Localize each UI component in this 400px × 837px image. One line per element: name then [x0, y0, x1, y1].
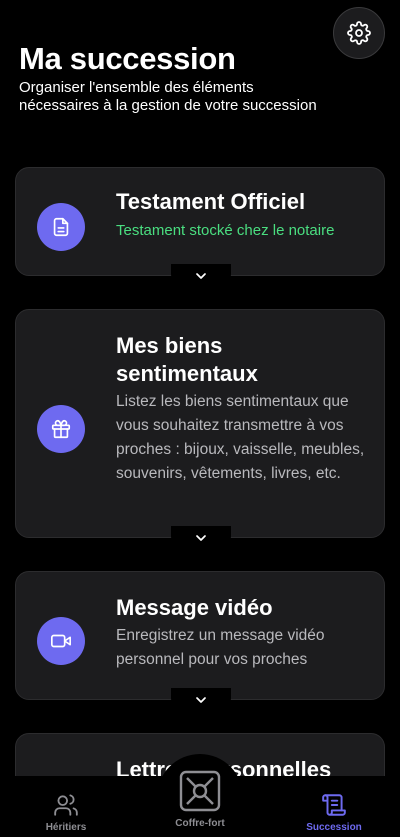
expand-toggle[interactable]	[171, 264, 231, 288]
page-subtitle: Organiser l'ensemble des éléments nécess…	[19, 79, 317, 114]
gift-icon	[51, 419, 71, 439]
card-title: Mes biens sentimentaux	[116, 333, 258, 386]
gear-icon	[347, 21, 371, 45]
video-camera-icon	[51, 634, 71, 648]
chevron-down-icon	[196, 273, 206, 279]
expand-toggle[interactable]	[171, 688, 231, 712]
tab-heritiers[interactable]: Héritiers	[38, 792, 94, 833]
tab-coffre-fort[interactable]: Coffre-fort	[157, 754, 243, 837]
card-title: Message vidéo	[116, 595, 273, 620]
tab-label: Héritiers	[45, 822, 87, 833]
card-icon	[37, 203, 85, 251]
expand-toggle[interactable]	[171, 526, 231, 550]
chevron-down-icon	[196, 697, 206, 703]
page-header: Ma succession Organiser l'ensemble des é…	[19, 42, 319, 115]
card-testament[interactable]: Testament Officiel Testament stocké chez…	[15, 167, 385, 288]
card-message-video[interactable]: Message vidéo Enregistrez un message vid…	[15, 571, 385, 712]
users-icon	[54, 794, 78, 816]
card-biens-sentimentaux[interactable]: Mes biens sentimentaux Listez les biens …	[15, 309, 385, 550]
scroll-icon	[322, 794, 346, 816]
card-description: Enregistrez un message vidéo personnel p…	[116, 627, 325, 668]
tab-succession[interactable]: Succession	[300, 792, 368, 833]
card-icon	[37, 617, 85, 665]
tab-label: Coffre-fort	[175, 818, 225, 829]
card-description: Listez les biens sentimentaux que vous s…	[116, 393, 365, 482]
document-icon	[53, 217, 69, 237]
chevron-down-icon	[196, 535, 206, 541]
card-status: Testament stocké chez le notaire	[116, 222, 335, 239]
card-icon	[37, 405, 85, 453]
card-title: Testament Officiel	[116, 189, 306, 214]
settings-button[interactable]	[333, 7, 385, 59]
page-title: Ma succession	[19, 41, 236, 76]
tab-label: Succession	[306, 822, 362, 833]
safe-icon	[179, 770, 221, 812]
